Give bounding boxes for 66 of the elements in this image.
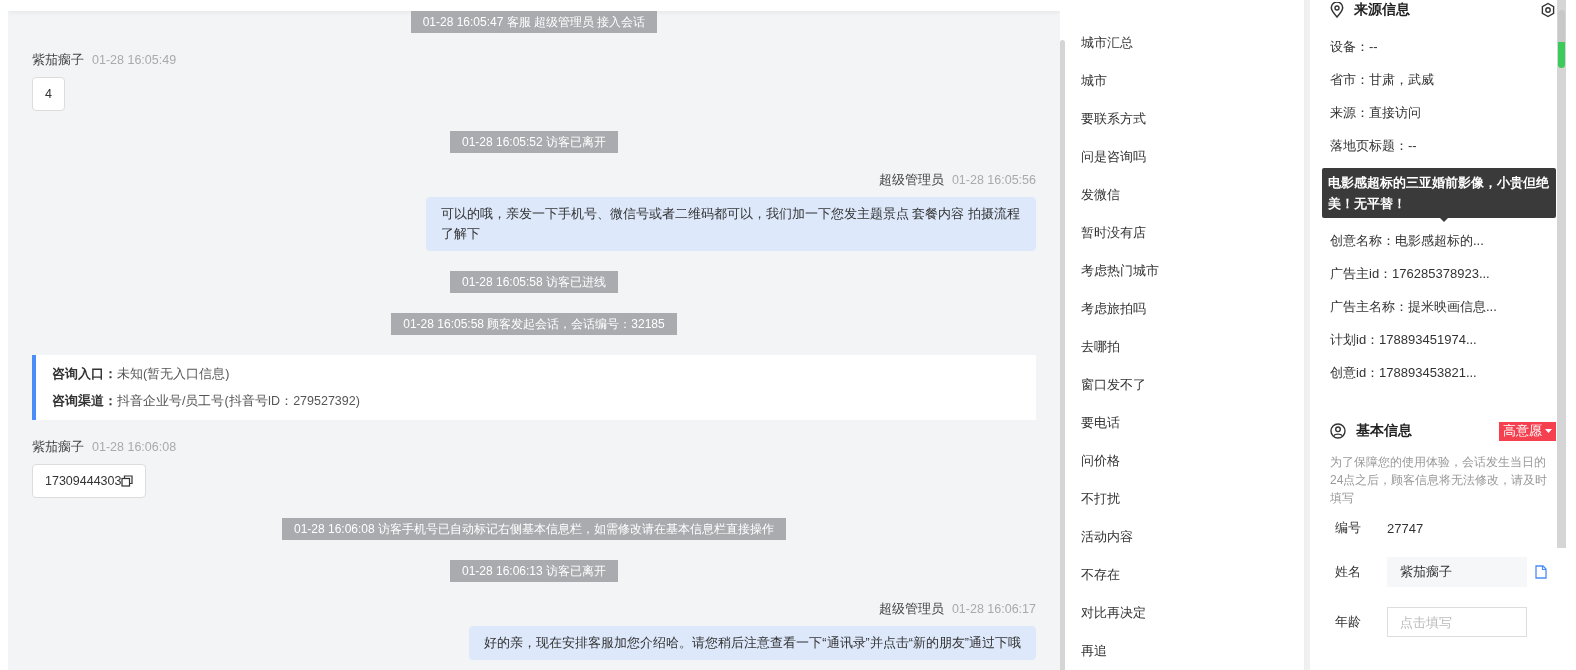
scrollbar[interactable] [1060,40,1065,670]
quick-reply-item[interactable]: 对比再决定 [1081,594,1304,632]
quick-reply-item[interactable]: 活动内容 [1081,518,1304,556]
message-time: 01-28 16:05:49 [92,53,177,67]
quick-reply-item[interactable]: 问价格 [1081,442,1304,480]
quick-reply-item[interactable]: 发微信 [1081,176,1304,214]
section-title: 来源信息 [1354,1,1411,19]
system-notice: 01-28 16:06:13 访客已离开 [449,560,619,582]
quick-reply-item[interactable]: 城市汇总 [1081,24,1304,62]
quick-reply-item[interactable]: 窗口发不了 [1081,366,1304,404]
message-bubble: 好的亲，现在安排客服加您介绍哈。请您稍后注意查看一下“通讯录”并点击“新的朋友”通过下哦 [469,626,1036,660]
quick-reply-item[interactable]: 要联系方式 [1081,100,1304,138]
field-label: 姓名 [1334,563,1362,581]
sender-name: 紫茄瘸子 [32,440,84,454]
scrollbar[interactable] [1557,0,1566,548]
source-field: 落地页标题：-- [1330,129,1556,162]
caret-icon [1545,429,1552,433]
quick-reply-item[interactable]: 去哪拍 [1081,328,1304,366]
quick-reply-item[interactable]: 考虑旅拍吗 [1081,290,1304,328]
info-label: 咨询渠道： [52,393,117,410]
quick-reply-item[interactable]: 不存在 [1081,556,1304,594]
quick-reply-item[interactable]: 城市 [1081,62,1304,100]
field-value: 27747 [1387,520,1424,536]
document-icon[interactable] [1535,565,1547,579]
message-bubble: 17309444303 [32,464,147,498]
quick-reply-item[interactable]: 再追 [1081,632,1304,670]
message-time: 01-28 16:06:08 [92,440,177,454]
settings-icon[interactable] [1540,2,1556,18]
source-field: 创意id：178893453821... [1330,356,1556,389]
message-time: 01-28 16:05:56 [951,173,1036,187]
intent-dropdown[interactable]: 高意愿 [1499,421,1556,441]
quick-reply-item[interactable]: 不打扰 [1081,480,1304,518]
quick-reply-item[interactable]: 问是咨询吗 [1081,138,1304,176]
system-notice: 01-28 16:06:08 访客手机号已自动标记右侧基本信息栏，如需修改请在基本信息栏直接操作 [281,518,787,540]
sender-name: 超级管理员 [878,602,944,616]
location-pin-icon [1330,2,1344,18]
field-label: 编号 [1334,519,1362,537]
message-bubble: 可以的哦，亲发一下手机号、微信号或者二维码都可以，我们加一下您发主题景点 套餐内容 拍摄流程了解下 [426,197,1036,251]
sender-name: 超级管理员 [878,173,944,187]
sender-name: 紫茄瘸子 [32,53,84,67]
input-field[interactable]: 紫茄瘸子 [1387,557,1527,587]
info-value: 未知(暂无入口信息) [117,366,230,383]
system-notice: 01-28 16:05:58 访客已进线 [449,271,619,293]
field-label: 年龄 [1334,613,1362,631]
source-field: 广告主id：176285378923... [1330,257,1556,290]
input-field[interactable]: 点击填写 [1387,607,1527,637]
system-notice: 01-28 16:05:58 顾客发起会话，会话编号：32185 [391,313,677,335]
message-bubble: 4 [32,77,65,111]
quick-reply-item[interactable]: 要电话 [1081,404,1304,442]
system-notice: 01-28 16:05:47 客服 超级管理员 接入会话 [410,11,658,33]
source-field: 省市：甘肃，武威 [1330,63,1556,96]
message-time: 01-28 16:06:17 [951,602,1036,616]
info-value: 抖音企业号/员工号(抖音号ID：279527392) [117,393,360,410]
quick-reply-item[interactable]: 考虑热门城市 [1081,252,1304,290]
source-field: 来源：直接访问 [1330,96,1556,129]
user-circle-icon [1330,423,1346,439]
quick-reply-item[interactable]: 暂时没有店 [1081,214,1304,252]
info-label: 咨询入口： [52,366,117,383]
source-field: 广告主名称：提米映画信息... [1330,290,1556,323]
system-notice: 01-28 16:05:52 访客已离开 [449,131,619,153]
source-field: 创意名称：电影感超标的... [1330,224,1556,257]
source-field: 设备：-- [1330,30,1556,63]
notice-text: 为了保障您的使用体验，会话发生当日的24点之后，顾客信息将无法修改，请及时填写 [1330,454,1549,507]
copy-icon[interactable] [121,475,134,487]
section-title: 基本信息 [1356,422,1413,440]
source-field: 计划id：178893451974... [1330,323,1556,356]
